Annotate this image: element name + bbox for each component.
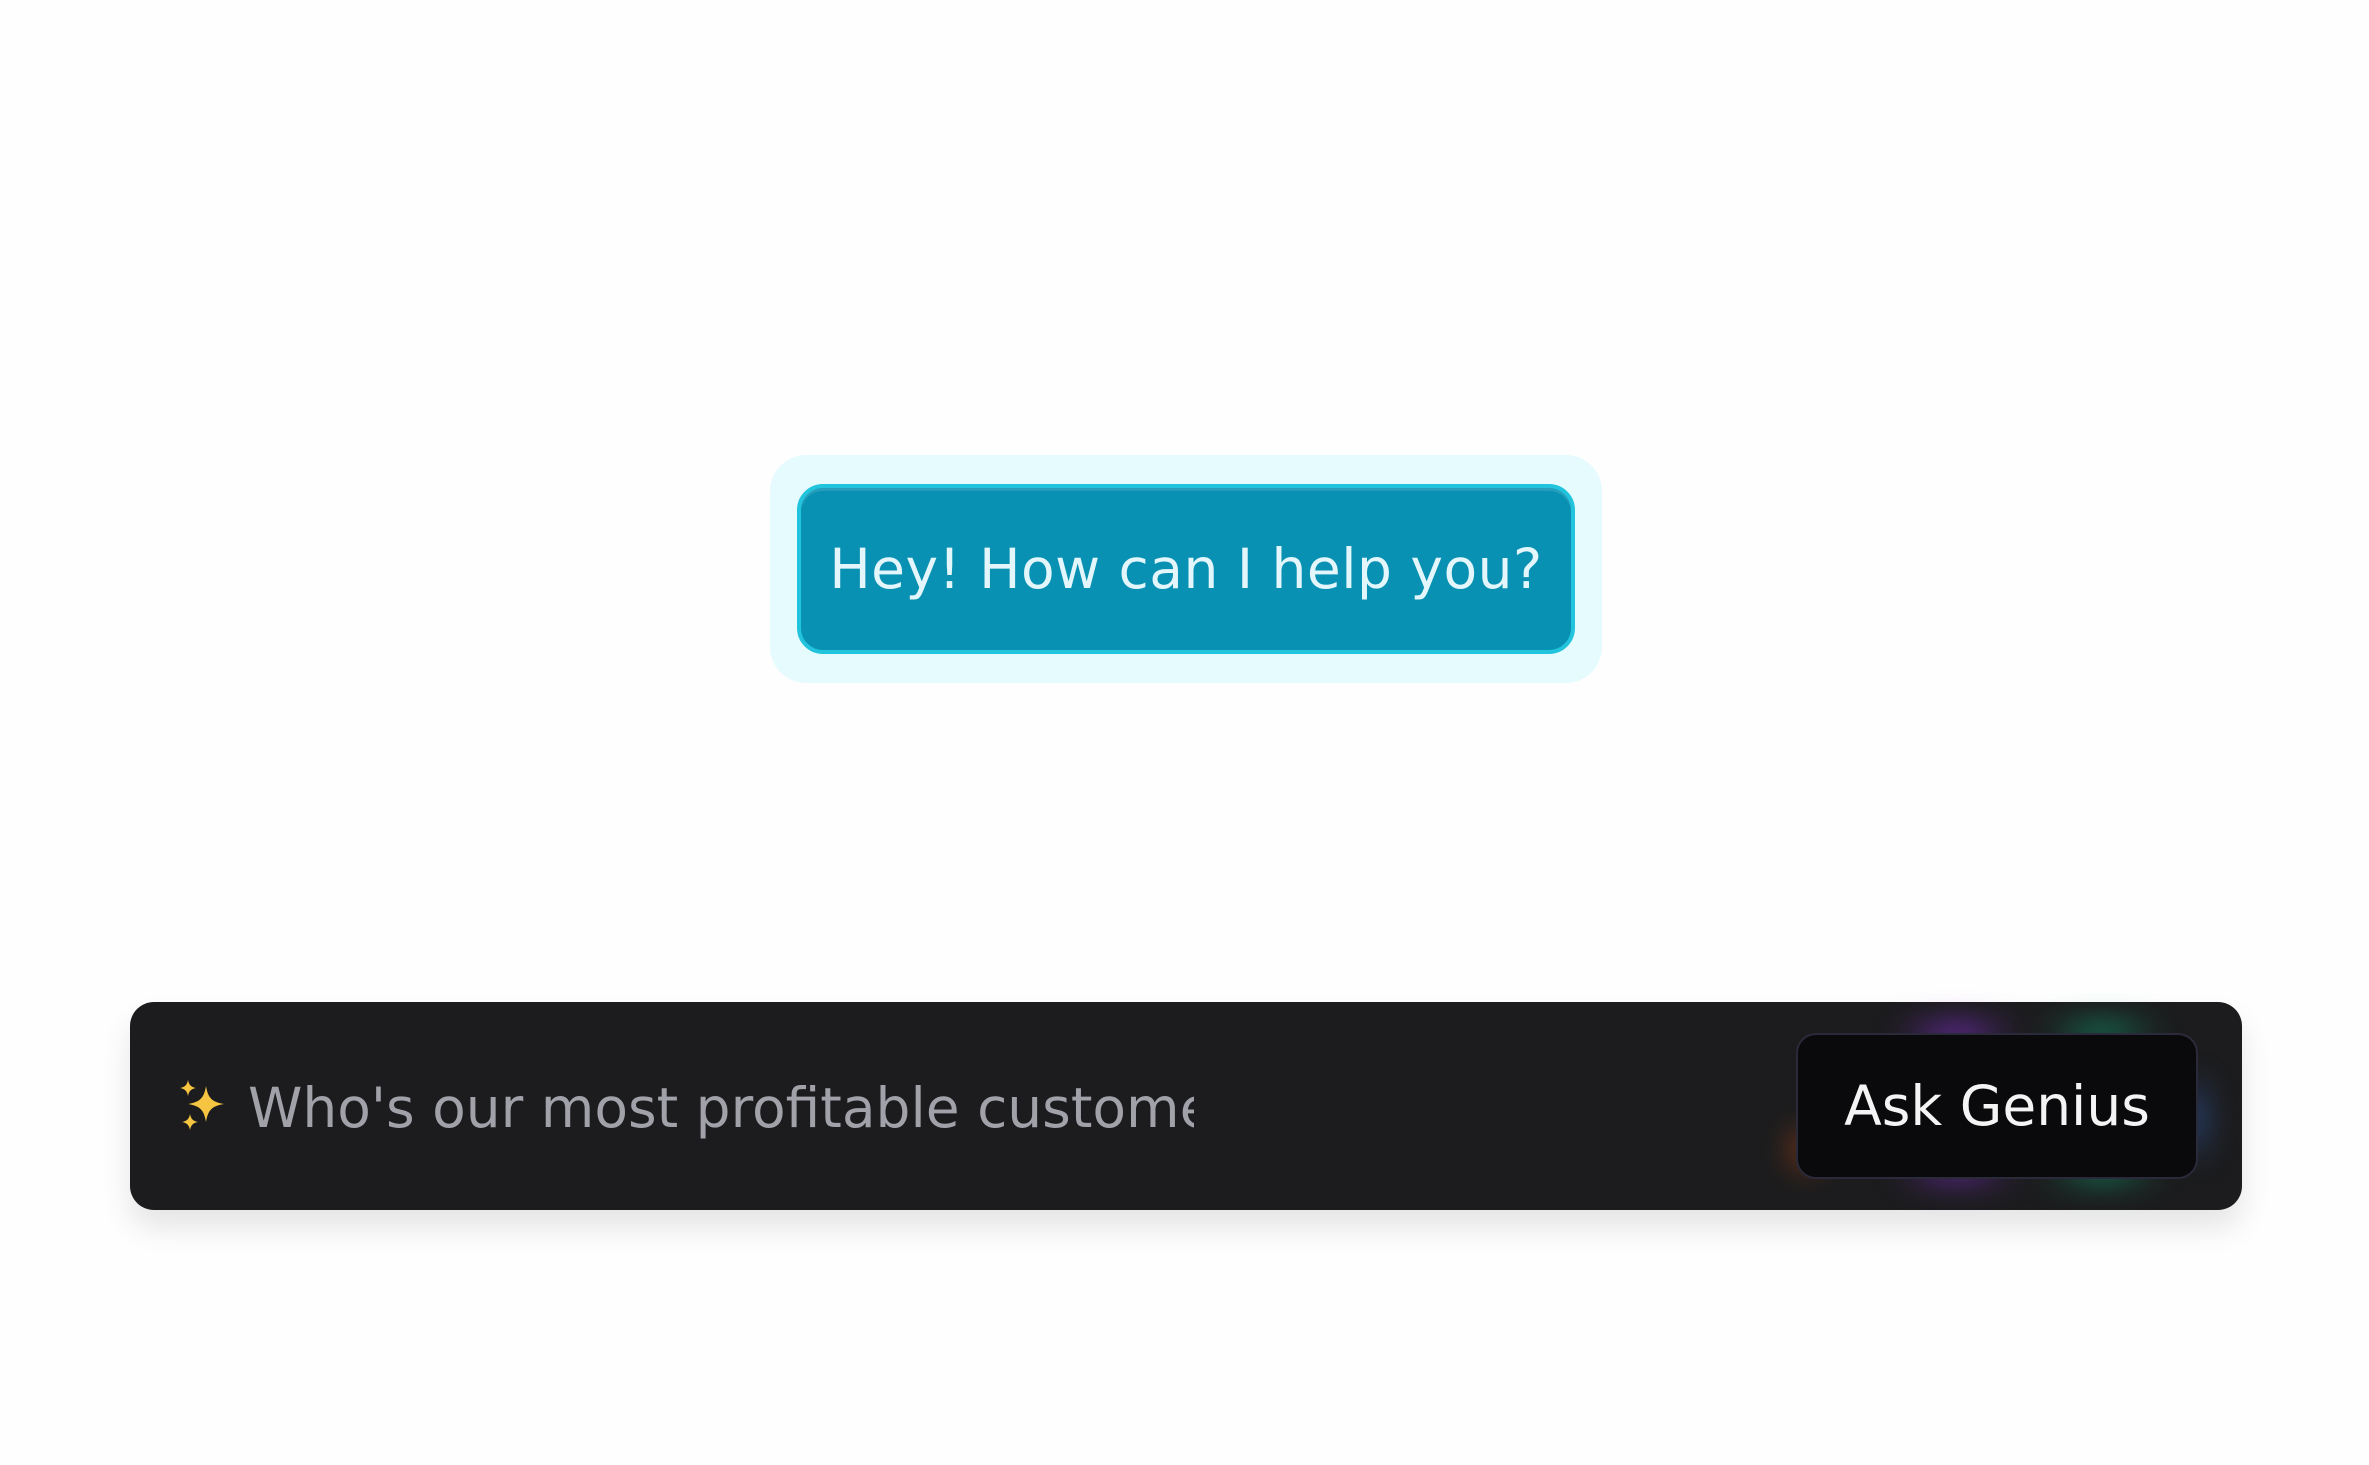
greeting-bubble: Hey! How can I help you?: [797, 484, 1575, 654]
ask-genius-label: Ask Genius: [1844, 1074, 2150, 1138]
page: Hey! How can I help you? Ask Genius: [0, 0, 2369, 1465]
ask-genius-button[interactable]: Ask Genius: [1796, 1033, 2198, 1179]
greeting-text: Hey! How can I help you?: [829, 537, 1543, 601]
sparkles-icon: [180, 1080, 224, 1130]
ask-input[interactable]: [248, 1058, 1194, 1158]
